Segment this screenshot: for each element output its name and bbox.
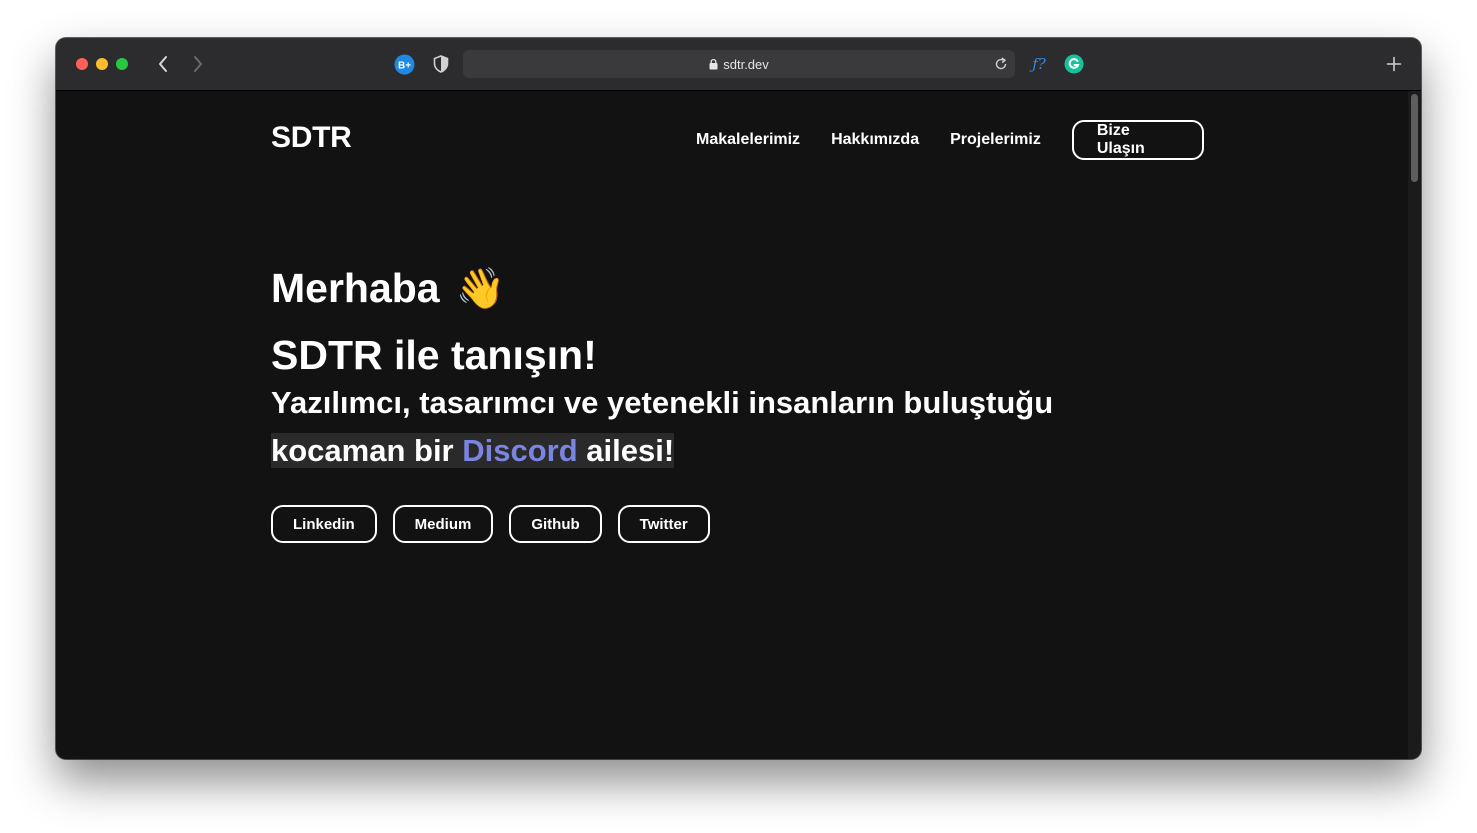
new-tab-plus-icon[interactable]: [1384, 52, 1404, 76]
subtitle-text: Yazılımcı, tasarımcı ve yetenekli insanl…: [271, 385, 1054, 420]
hero-title: SDTR ile tanışın!: [271, 332, 597, 378]
social-links: Linkedin Medium Github Twitter: [271, 505, 710, 543]
forward-arrow-icon[interactable]: [187, 52, 209, 76]
greeting-text: Merhaba: [271, 265, 440, 311]
minimize-window-button[interactable]: [96, 58, 108, 70]
waving-hand-icon: 👋: [455, 267, 506, 311]
extension-f-icon[interactable]: ƒ?: [1028, 52, 1050, 76]
twitter-button[interactable]: Twitter: [617, 505, 710, 543]
browser-window: B+ sdtr.dev ƒ? SDTR Makalelerimiz Hakkım…: [56, 38, 1421, 759]
nav-link-articles[interactable]: Makalelerimiz: [696, 131, 800, 149]
nav-link-about[interactable]: Hakkımızda: [831, 131, 919, 149]
subtitle-highlight-pre: kocaman bir: [271, 433, 463, 468]
grammarly-icon[interactable]: [1064, 54, 1084, 74]
scrollbar-thumb[interactable]: [1411, 94, 1418, 182]
zoom-window-button[interactable]: [116, 58, 128, 70]
url-text: sdtr.dev: [723, 56, 769, 72]
close-window-button[interactable]: [76, 58, 88, 70]
page-scrollbar[interactable]: [1408, 91, 1421, 759]
contact-button[interactable]: Bize Ulaşın: [1071, 120, 1204, 160]
privacy-shield-icon[interactable]: [431, 54, 451, 74]
medium-button[interactable]: Medium: [392, 505, 494, 543]
hero-greeting: Merhaba 👋: [271, 265, 505, 312]
discord-link[interactable]: Discord: [462, 433, 577, 468]
linkedin-button[interactable]: Linkedin: [271, 505, 377, 543]
back-arrow-icon[interactable]: [152, 52, 174, 76]
nav-link-projects[interactable]: Projelerimiz: [950, 131, 1041, 149]
address-bar[interactable]: sdtr.dev: [463, 50, 1015, 78]
github-button[interactable]: Github: [509, 505, 602, 543]
hero-subtitle: Yazılımcı, tasarımcı ve yetenekli insanl…: [271, 379, 1191, 475]
site-logo[interactable]: SDTR: [271, 121, 352, 155]
extension-b-label: B+: [398, 61, 411, 72]
subtitle-highlight: kocaman bir Discord ailesi!: [271, 433, 675, 468]
page-content: SDTR Makalelerimiz Hakkımızda Projelerim…: [56, 91, 1408, 759]
main-nav: Makalelerimiz Hakkımızda Projelerimiz Bi…: [696, 118, 1204, 162]
browser-toolbar: B+ sdtr.dev ƒ?: [56, 38, 1421, 91]
extension-b-icon[interactable]: B+: [394, 54, 415, 75]
subtitle-highlight-post: ailesi!: [577, 433, 675, 468]
reload-icon[interactable]: [993, 56, 1009, 72]
lock-icon: [709, 58, 718, 70]
